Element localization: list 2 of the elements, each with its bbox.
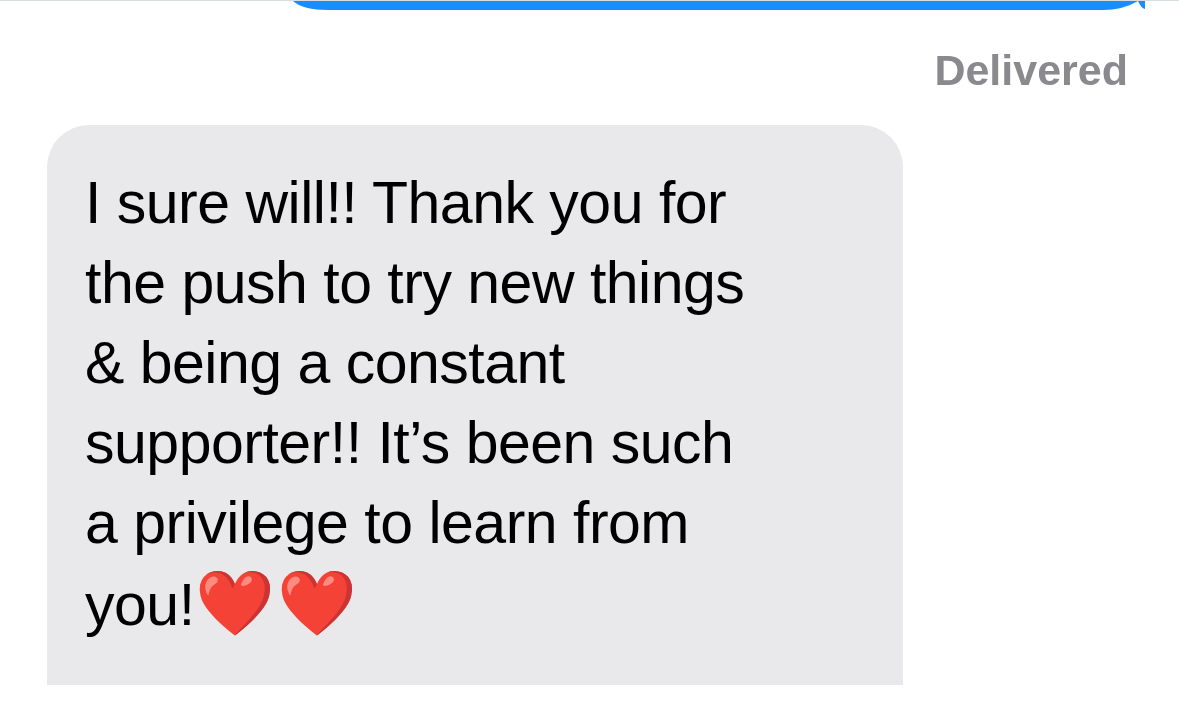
delivery-status: Delivered <box>934 45 1128 95</box>
message-text: I sure will!! Thank you for the push to try new things & being a constant supporter!! It’s been such a privilege to learn from you!❤❤ <box>85 170 745 638</box>
